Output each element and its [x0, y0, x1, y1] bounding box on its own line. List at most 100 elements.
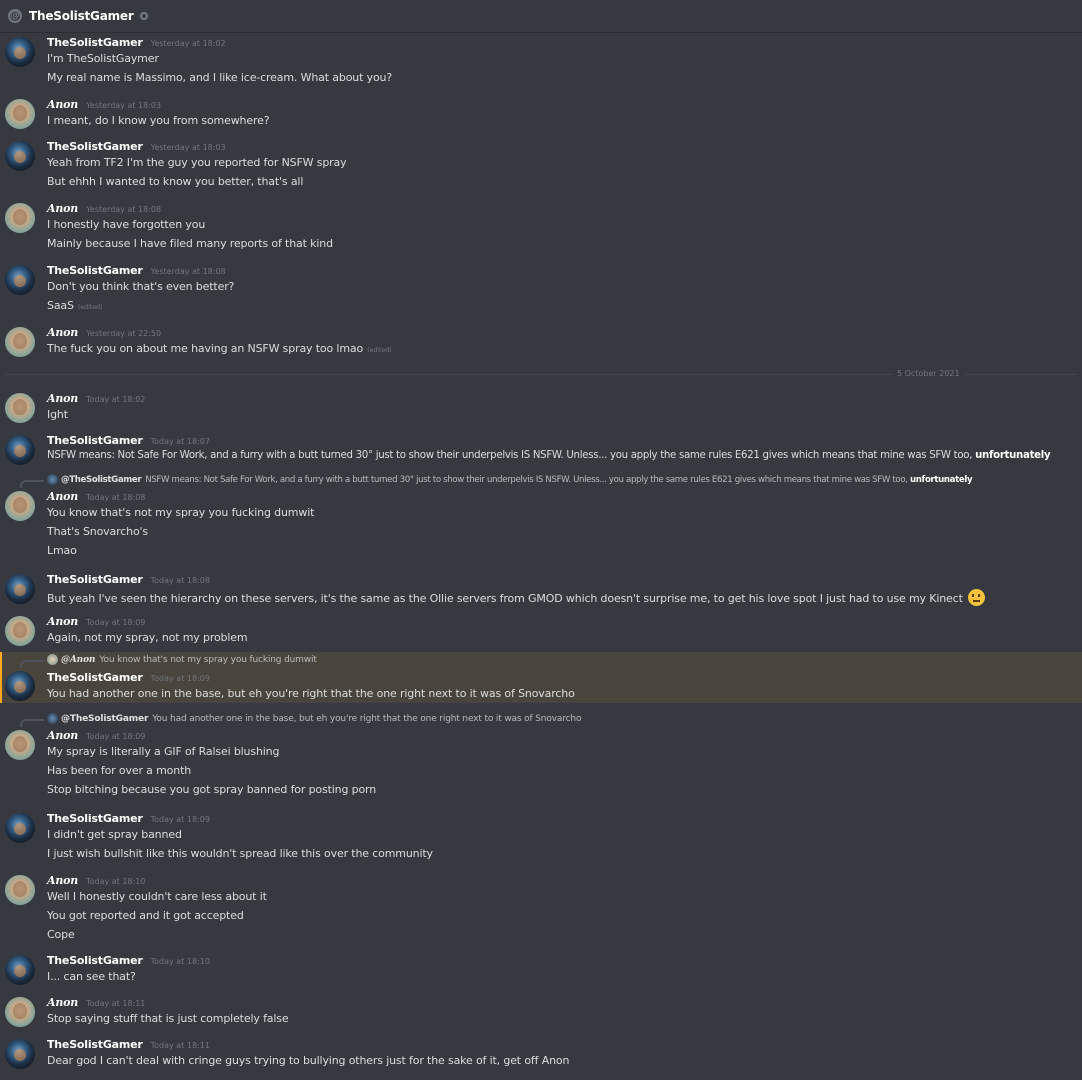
at-mention-icon: @	[8, 9, 22, 23]
message-group: TheSolistGamer Yesterday at 18:03 Yeah f…	[0, 138, 1082, 194]
avatar[interactable]	[5, 37, 35, 67]
message-text: You got reported and it got accepted	[47, 909, 244, 922]
message-text: Lmao	[47, 544, 77, 557]
avatar[interactable]	[5, 875, 35, 905]
reply-mention[interactable]: @TheSolistGamer	[61, 714, 148, 724]
message-group: TheSolistGamer Yesterday at 18:02 I'm Th…	[0, 34, 1082, 92]
date-divider-label: 5 October 2021	[893, 369, 964, 378]
avatar[interactable]	[5, 491, 35, 521]
message-group: TheSolistGamer Today at 18:08 But yeah I…	[0, 571, 1082, 607]
message-group: Anon Today at 18:09 Again, not my spray,…	[0, 613, 1082, 649]
timestamp: Yesterday at 18:02	[150, 39, 226, 48]
author-name[interactable]: TheSolistGamer	[47, 36, 143, 49]
avatar[interactable]	[5, 203, 35, 233]
reply-preview[interactable]: @TheSolistGamer You had another one in t…	[47, 713, 581, 724]
author-name[interactable]: TheSolistGamer	[47, 573, 143, 586]
avatar[interactable]	[5, 141, 35, 171]
timestamp: Today at 18:11	[86, 999, 146, 1008]
avatar[interactable]	[5, 327, 35, 357]
timestamp: Today at 18:09	[86, 732, 146, 741]
message-text: You had another one in the base, but eh …	[47, 687, 575, 700]
avatar[interactable]	[5, 955, 35, 985]
avatar[interactable]	[5, 99, 35, 129]
avatar[interactable]	[5, 730, 35, 760]
author-name[interactable]: TheSolistGamer	[47, 434, 143, 447]
message-group: @TheSolistGamer You had another one in t…	[0, 711, 1082, 801]
author-name[interactable]: TheSolistGamer	[47, 812, 143, 825]
message-group: Anon Today at 18:10 Well I honestly coul…	[0, 872, 1082, 946]
message-text: But ehhh I wanted to know you better, th…	[47, 175, 304, 188]
reply-avatar	[47, 654, 58, 665]
channel-header: @ TheSolistGamer	[0, 0, 1082, 33]
author-name[interactable]: TheSolistGamer	[47, 671, 143, 684]
message-group: @TheSolistGamer NSFW means: Not Safe For…	[0, 472, 1082, 564]
timestamp: Today at 18:10	[86, 877, 146, 886]
message-group: Anon Yesterday at 22:50 The fuck you on …	[0, 324, 1082, 360]
message-text: Stop bitching because you got spray bann…	[47, 783, 377, 796]
timestamp: Yesterday at 22:50	[86, 329, 162, 338]
author-name[interactable]: Anon	[47, 874, 78, 887]
reply-preview[interactable]: @Anon You know that's not my spray you f…	[47, 654, 317, 665]
avatar[interactable]	[5, 435, 35, 465]
reply-mention[interactable]: @Anon	[61, 655, 95, 665]
message-text: I... can see that?	[47, 970, 136, 983]
timestamp: Today at 18:09	[150, 674, 210, 683]
reply-avatar	[47, 474, 58, 485]
timestamp: Today at 18:09	[86, 618, 146, 627]
avatar[interactable]	[5, 813, 35, 843]
author-name[interactable]: TheSolistGamer	[47, 954, 143, 967]
message-group: TheSolistGamer Today at 18:11 Dear god I…	[0, 1036, 1082, 1072]
message-text: My spray is literally a GIF of Ralsei bl…	[47, 745, 280, 758]
message-text: Well I honestly couldn't care less about…	[47, 890, 267, 903]
author-name[interactable]: Anon	[47, 615, 78, 628]
author-name[interactable]: Anon	[47, 202, 78, 215]
message-text: I'm TheSolistGaymer	[47, 52, 159, 65]
author-name[interactable]: TheSolistGamer	[47, 264, 143, 277]
author-name[interactable]: Anon	[47, 490, 78, 503]
author-name[interactable]: TheSolistGamer	[47, 140, 143, 153]
timestamp: Yesterday at 18:03	[150, 143, 226, 152]
author-name[interactable]: Anon	[47, 326, 78, 339]
timestamp: Today at 18:08	[150, 576, 210, 585]
message-text: Cope	[47, 928, 75, 941]
avatar[interactable]	[5, 574, 35, 604]
message-text: NSFW means: Not Safe For Work, and a fur…	[47, 450, 1051, 461]
avatar[interactable]	[5, 1039, 35, 1069]
avatar[interactable]	[5, 265, 35, 295]
message-text: Stop saying stuff that is just completel…	[47, 1012, 289, 1025]
reply-preview[interactable]: @TheSolistGamer NSFW means: Not Safe For…	[47, 474, 973, 485]
edited-label: (edited)	[77, 303, 103, 311]
message-group-highlighted: @Anon You know that's not my spray you f…	[0, 652, 1082, 703]
avatar[interactable]	[5, 393, 35, 423]
author-name[interactable]: Anon	[47, 392, 78, 405]
message-text: You know that's not my spray you fucking…	[47, 506, 315, 519]
message-text: The fuck you on about me having an NSFW …	[47, 342, 392, 355]
message-text: But yeah I've seen the hierarchy on thes…	[47, 589, 986, 606]
message-text: Has been for over a month	[47, 764, 192, 777]
author-name[interactable]: Anon	[47, 98, 78, 111]
author-name[interactable]: Anon	[47, 996, 78, 1009]
author-name[interactable]: TheSolistGamer	[47, 1038, 143, 1051]
reply-spine	[20, 660, 44, 668]
timestamp: Today at 18:11	[150, 1041, 210, 1050]
message-text: I didn't get spray banned	[47, 828, 182, 841]
neutral-face-emoji	[968, 589, 986, 606]
timestamp: Today at 18:08	[86, 493, 146, 502]
reply-mention[interactable]: @TheSolistGamer	[61, 475, 142, 485]
message-text: That's Snovarcho's	[47, 525, 149, 538]
message-list[interactable]: TheSolistGamer Yesterday at 18:02 I'm Th…	[0, 34, 1082, 1080]
message-text: Dear god I can't deal with cringe guys t…	[47, 1054, 570, 1067]
message-group: TheSolistGamer Today at 18:09 I didn't g…	[0, 810, 1082, 866]
message-text: I meant, do I know you from somewhere?	[47, 114, 270, 127]
author-name[interactable]: Anon	[47, 729, 78, 742]
avatar[interactable]	[5, 997, 35, 1027]
timestamp: Yesterday at 18:03	[86, 101, 162, 110]
reply-text: You had another one in the base, but eh …	[152, 713, 582, 724]
timestamp: Today at 18:02	[86, 395, 146, 404]
reply-text: You know that's not my spray you fucking…	[99, 654, 317, 665]
message-group: TheSolistGamer Yesterday at 18:08 Don't …	[0, 262, 1082, 318]
avatar[interactable]	[5, 616, 35, 646]
message-group: Anon Yesterday at 18:03 I meant, do I kn…	[0, 96, 1082, 132]
avatar[interactable]	[5, 671, 35, 701]
timestamp: Today at 18:07	[150, 437, 210, 446]
